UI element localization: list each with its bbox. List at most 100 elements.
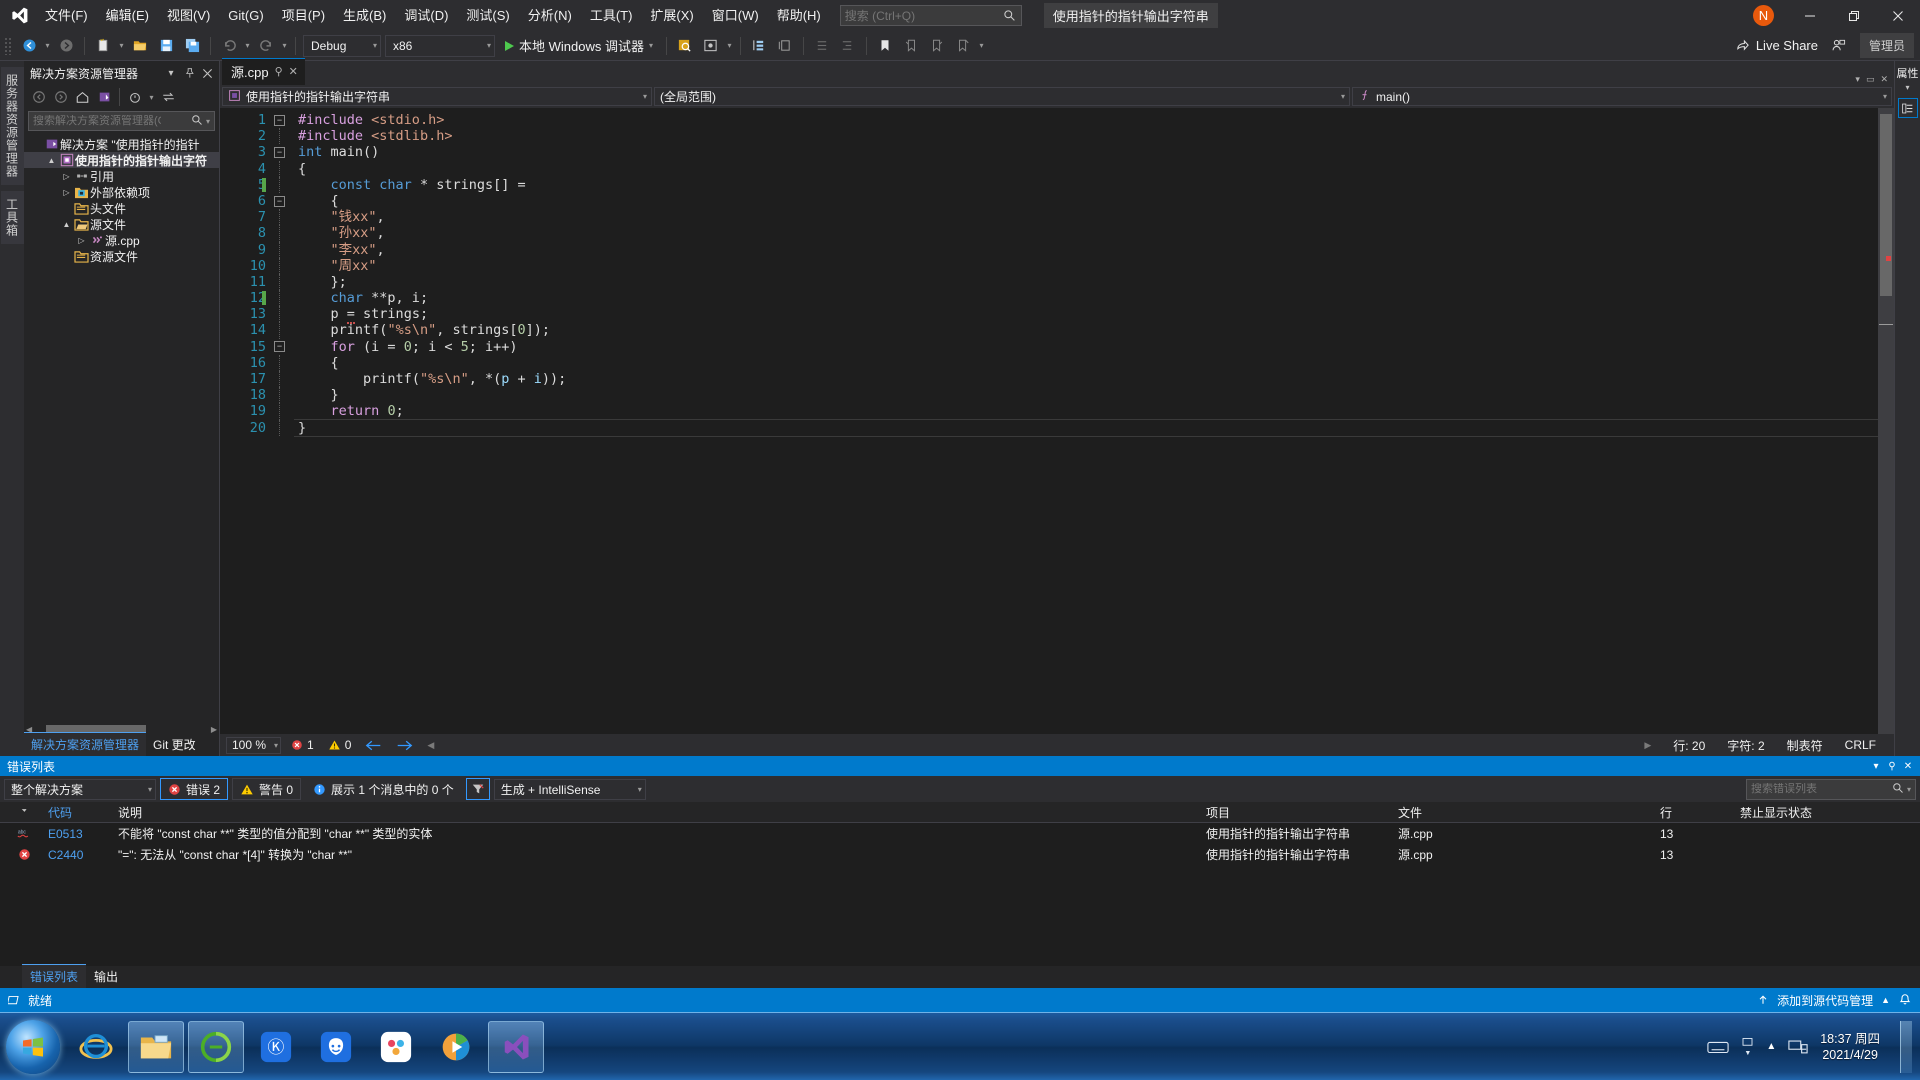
fold-cell[interactable]	[262, 290, 294, 307]
tree-item[interactable]: ▷ 源.cpp	[24, 232, 219, 248]
suppression-column-header[interactable]: 禁止显示状态	[1740, 804, 1920, 821]
redo-icon[interactable]	[254, 34, 278, 58]
tree-item[interactable]: ▲ 使用指针的指针输出字符	[24, 152, 219, 168]
properties-categorized-icon[interactable]	[1897, 98, 1918, 118]
start-button[interactable]	[6, 1019, 60, 1074]
live-share-button[interactable]: Live Share	[1727, 35, 1826, 56]
dropdown-icon[interactable]: ▾	[163, 65, 179, 81]
tree-item[interactable]: 资源文件	[24, 248, 219, 264]
chevron-down-icon[interactable]: ▼	[1744, 1050, 1751, 1057]
solution-platform-combo[interactable]: x86 ▾	[385, 34, 495, 57]
editor-vertical-scrollbar[interactable]	[1878, 108, 1894, 734]
internet-explorer-icon[interactable]	[68, 1021, 124, 1073]
expander-icon[interactable]: ▲	[45, 156, 58, 165]
navigate-forward-icon[interactable]	[54, 34, 78, 58]
fold-cell[interactable]	[272, 241, 294, 258]
fold-cell[interactable]	[272, 160, 294, 177]
menu-build[interactable]: 生成(B)	[334, 3, 395, 29]
fold-cell[interactable]: −	[272, 112, 294, 128]
visual-studio-taskbar-icon[interactable]	[488, 1020, 544, 1073]
toolbar-grip[interactable]	[4, 36, 13, 55]
error-scope-combo[interactable]: 整个解决方案 ▾	[4, 778, 156, 800]
fold-cell[interactable]	[272, 322, 294, 339]
close-icon[interactable]: ✕	[1900, 758, 1916, 774]
document-tab-source-cpp[interactable]: 源.cpp ⚲ ✕	[222, 58, 305, 85]
home-icon[interactable]	[72, 87, 93, 107]
line-column-header[interactable]: 行	[1660, 804, 1740, 821]
messages-filter-toggle[interactable]: 展示 1 个消息中的 0 个	[305, 778, 462, 800]
error-marker[interactable]	[1886, 256, 1891, 261]
project-selector-combo[interactable]: 使用指针的指针输出字符串 ▾	[222, 87, 652, 106]
tab-output[interactable]: 输出	[86, 965, 126, 988]
code-line[interactable]: printf("%s\n", strings[0]);	[294, 322, 1878, 338]
menu-test[interactable]: 测试(S)	[457, 3, 518, 29]
filter-button[interactable]	[465, 778, 490, 800]
menu-file[interactable]: 文件(F)	[36, 3, 97, 29]
code-line[interactable]: char **p, i;	[294, 290, 1878, 306]
undo-icon[interactable]	[217, 34, 241, 58]
tree-item[interactable]: 头文件	[24, 200, 219, 216]
fold-cell[interactable]	[272, 209, 294, 226]
tab-error-list[interactable]: 错误列表	[22, 964, 87, 988]
baidu-netdisk-icon[interactable]	[368, 1021, 424, 1073]
expander-icon[interactable]: ▷	[60, 172, 73, 181]
next-error-button[interactable]	[396, 739, 413, 752]
toolbar-overflow-icon[interactable]: ▾	[976, 34, 987, 58]
code-line[interactable]: return 0;	[294, 403, 1878, 419]
minimize-button[interactable]	[1788, 0, 1832, 31]
save-icon[interactable]	[154, 34, 178, 58]
new-project-dropdown-icon[interactable]: ▾	[116, 34, 127, 58]
code-line[interactable]: {	[294, 355, 1878, 371]
redo-dropdown-icon[interactable]: ▾	[279, 34, 290, 58]
error-code[interactable]: E0513	[48, 827, 118, 841]
fold-cell[interactable]	[272, 225, 294, 242]
close-button[interactable]	[1876, 0, 1920, 31]
pin-icon[interactable]	[181, 65, 197, 81]
code-line[interactable]: }	[294, 387, 1878, 403]
code-line[interactable]: int main()	[294, 144, 1878, 160]
project-column-header[interactable]: 项目	[1206, 804, 1398, 821]
save-all-icon[interactable]	[180, 34, 204, 58]
member-selector-combo[interactable]: main() ▾	[1352, 87, 1892, 106]
quick-search-input[interactable]	[844, 8, 997, 23]
sync-icon[interactable]	[158, 87, 179, 107]
user-avatar[interactable]: N	[1753, 5, 1774, 26]
code-line[interactable]: {	[294, 161, 1878, 177]
file-column-header[interactable]: 文件	[1398, 804, 1660, 821]
code-line[interactable]: const char * strings[] =	[294, 177, 1878, 193]
navigate-backward-icon[interactable]	[17, 34, 41, 58]
code-editor[interactable]: 1234567891011121314151617181920 −−−− #in…	[220, 108, 1894, 734]
fold-cell[interactable]	[272, 354, 294, 371]
tree-item[interactable]: ▷ 外部依赖项	[24, 184, 219, 200]
fold-cell[interactable]	[272, 128, 294, 145]
menu-view[interactable]: 视图(V)	[158, 3, 219, 29]
fold-margin[interactable]: − − − −	[262, 108, 294, 734]
error-search-input[interactable]	[1751, 783, 1879, 795]
scrollbar-thumb[interactable]	[1880, 114, 1892, 296]
open-file-icon[interactable]	[128, 34, 152, 58]
previous-bookmark-icon[interactable]	[899, 34, 923, 58]
fold-cell[interactable]: −	[272, 144, 294, 160]
new-project-icon[interactable]	[91, 34, 115, 58]
code-column-header[interactable]: 代码	[48, 804, 118, 821]
menu-tools[interactable]: 工具(T)	[581, 3, 642, 29]
tab-close-icon[interactable]: ✕	[1880, 74, 1888, 85]
clear-bookmarks-icon[interactable]	[951, 34, 975, 58]
pin-icon[interactable]: ⚲	[275, 65, 283, 78]
decrease-indent-icon[interactable]	[810, 34, 834, 58]
editor-error-count[interactable]: 1	[291, 738, 314, 752]
scope-selector-combo[interactable]: (全局范围) ▾	[654, 87, 1350, 106]
start-debugging-button[interactable]: 本地 Windows 调试器 ▾	[497, 34, 661, 58]
fold-cell[interactable]: −	[272, 339, 294, 355]
code-line[interactable]: for (i = 0; i < 5; i++)	[294, 339, 1878, 355]
warnings-filter-toggle[interactable]: 警告 0	[232, 778, 302, 800]
code-text[interactable]: #include <stdio.h> #include <stdlib.h> int…	[294, 108, 1878, 734]
fold-cell[interactable]	[262, 176, 294, 193]
menu-extensions[interactable]: 扩展(X)	[641, 3, 702, 29]
code-line[interactable]: printf("%s\n", *(p + i));	[294, 371, 1878, 387]
fold-cell[interactable]	[272, 403, 294, 420]
scroll-right-icon[interactable]: ▶	[1644, 740, 1651, 751]
fold-cell[interactable]	[272, 306, 294, 323]
vtab-toolbox[interactable]: 工具箱	[0, 191, 24, 244]
tree-item[interactable]: ▷ 引用	[24, 168, 219, 184]
